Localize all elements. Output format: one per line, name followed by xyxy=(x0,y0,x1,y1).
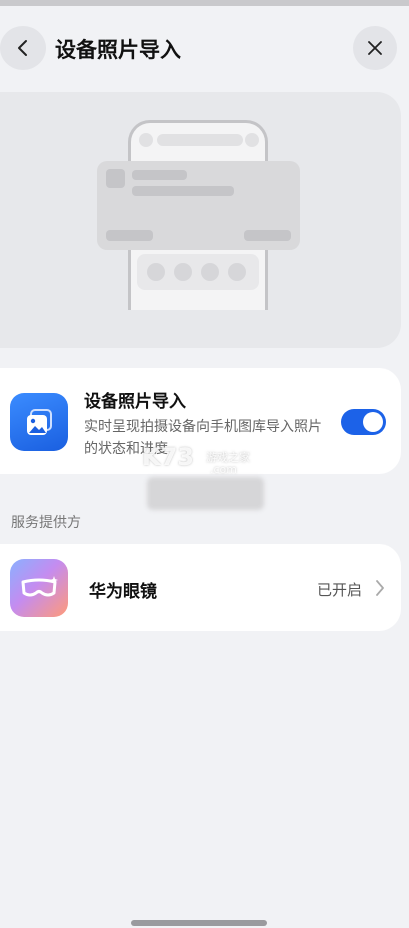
phone-dock-illustration xyxy=(137,254,259,290)
provider-status: 已开启 xyxy=(317,581,363,599)
close-button[interactable] xyxy=(353,26,397,70)
page-title: 设备照片导入 xyxy=(55,38,181,62)
section-label-services: 服务提供方 xyxy=(11,515,81,531)
provider-row[interactable]: 华为眼镜 已开启 xyxy=(0,544,401,631)
home-indicator[interactable] xyxy=(131,920,267,926)
provider-name: 华为眼镜 xyxy=(89,582,157,602)
chevron-left-icon xyxy=(18,40,27,56)
notification-card-illustration xyxy=(97,161,300,250)
watermark-text: K73 xyxy=(142,443,194,471)
photo-gallery-icon xyxy=(10,393,68,451)
toggle-knob xyxy=(363,412,383,432)
close-icon xyxy=(368,41,382,55)
feature-illustration xyxy=(0,92,401,348)
back-button[interactable] xyxy=(0,26,46,70)
watermark-domain: .com xyxy=(210,463,237,476)
feature-title: 设备照片导入 xyxy=(84,392,186,412)
chevron-right-icon xyxy=(376,580,384,596)
blurred-region xyxy=(147,477,264,510)
header: 设备照片导入 xyxy=(0,6,409,84)
feature-toggle[interactable] xyxy=(341,409,386,435)
glasses-icon xyxy=(10,559,68,617)
